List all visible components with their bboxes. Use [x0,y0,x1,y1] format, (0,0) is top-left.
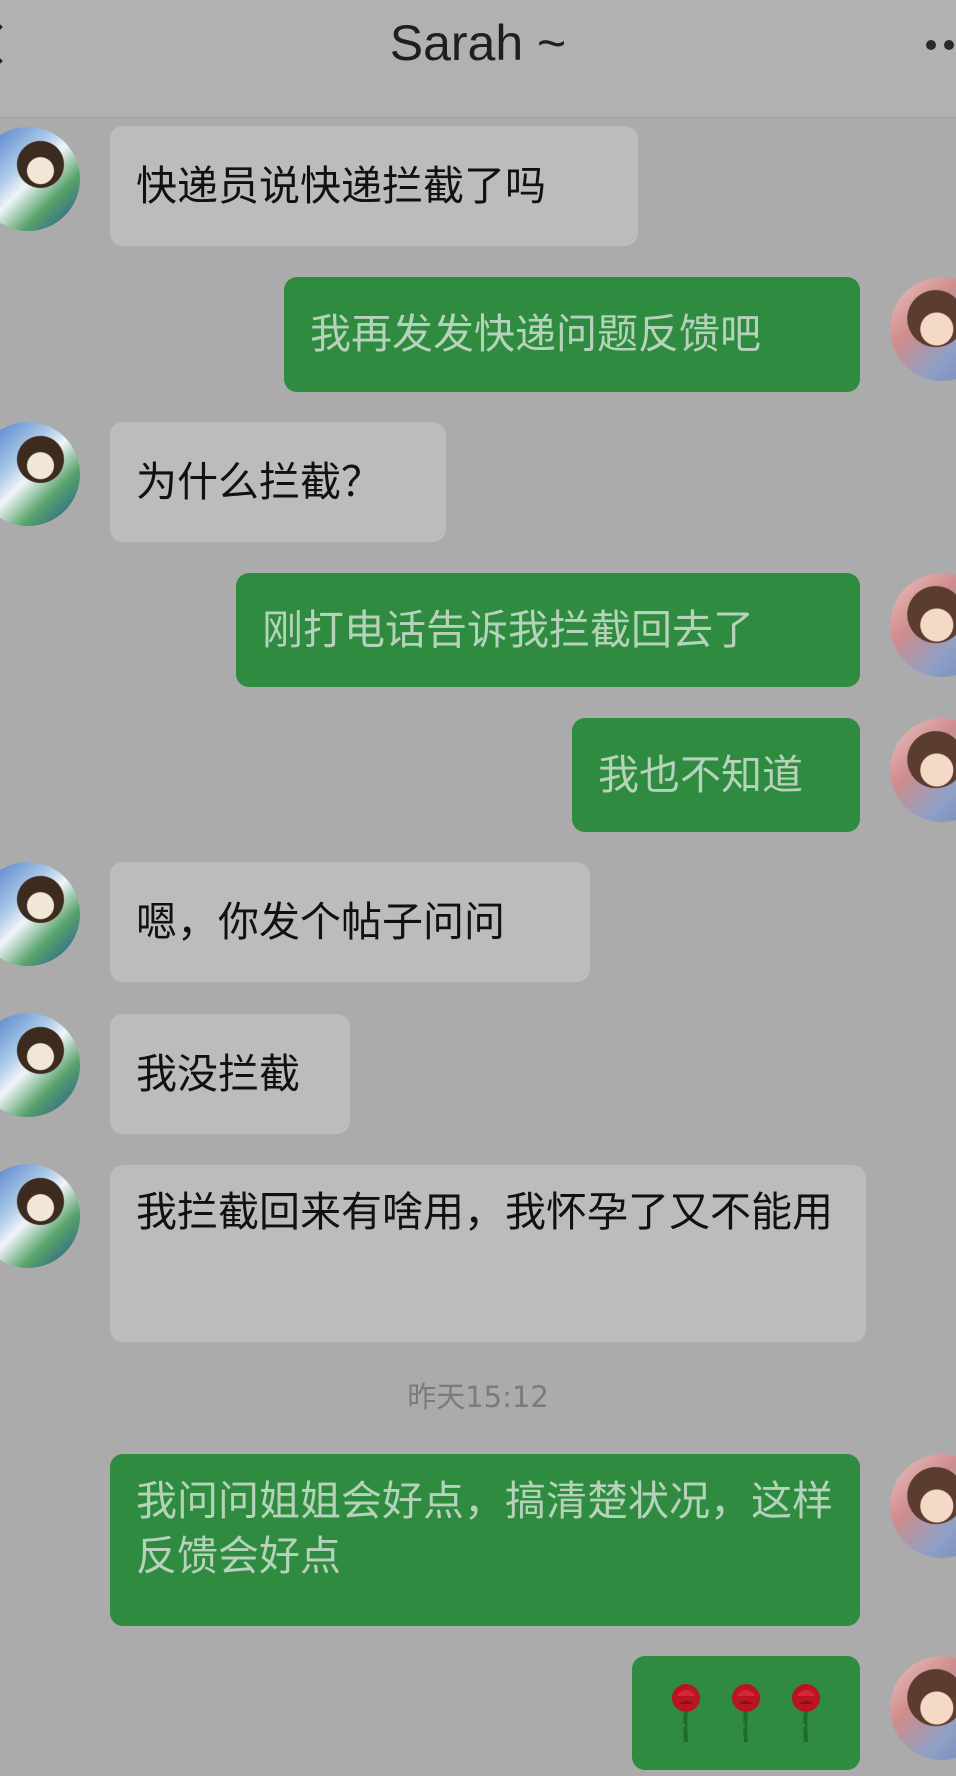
message-bubble-outgoing[interactable]: 我也不知道 [572,718,860,832]
message-bubble-outgoing[interactable]: 刚打电话告诉我拦截回去了 [236,573,860,687]
message-bubble-incoming[interactable]: 我没拦截 [110,1014,350,1134]
rose-icon [672,1684,700,1743]
user-avatar[interactable] [890,277,956,381]
message-bubble-incoming[interactable]: 快递员说快递拦截了吗 [110,126,638,246]
rose-icon [732,1684,760,1743]
chat-title: Sarah ~ [389,15,567,71]
chat-header: Sarah ~ [0,0,956,118]
message-bubble-incoming[interactable]: 嗯，你发个帖子问问 [110,862,590,982]
user-avatar[interactable] [890,1656,956,1760]
emoji-message-bubble[interactable] [632,1656,860,1770]
message-bubble-incoming[interactable]: 为什么拦截？ [110,422,446,542]
rose-icon [792,1684,820,1743]
user-avatar[interactable] [890,718,956,822]
rose-emoji-row [646,1656,846,1770]
contact-avatar[interactable] [0,862,80,966]
message-bubble-outgoing[interactable]: 我问问姐姐会好点，搞清楚状况，这样反馈会好点 [110,1454,860,1626]
message-bubble-incoming[interactable]: 我拦截回来有啥用，我怀孕了又不能用 [110,1165,866,1342]
contact-avatar[interactable] [0,1164,80,1268]
contact-avatar[interactable] [0,1013,80,1117]
contact-avatar[interactable] [0,127,80,231]
contact-avatar[interactable] [0,422,80,526]
user-avatar[interactable] [890,573,956,677]
message-timestamp: 昨天15:12 [407,1380,549,1414]
user-avatar[interactable] [890,1454,956,1558]
message-bubble-outgoing[interactable]: 我再发发快递问题反馈吧 [284,277,860,392]
more-options-icon[interactable] [926,40,956,52]
